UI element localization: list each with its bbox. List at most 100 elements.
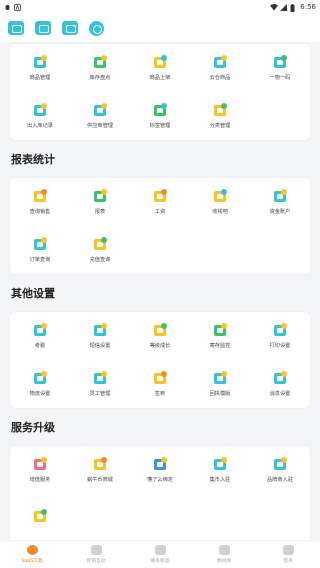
tool-item-label: 库存盘点: [89, 75, 111, 81]
supplier-icon: [93, 103, 107, 117]
printer-icon: [273, 323, 287, 337]
nav-item[interactable]: 营销互动: [64, 541, 128, 568]
level-up-icon: [153, 323, 167, 337]
tool-item-label: 出入库记录: [27, 123, 53, 129]
tool-item[interactable]: 寄存监控: [190, 312, 250, 360]
section-title: 服务升级: [11, 421, 55, 434]
my-icon: [282, 545, 294, 555]
tool-item[interactable]: 员工管理: [70, 360, 130, 408]
service-extra-icon: [33, 508, 47, 523]
tool-item-label: 分类管理: [209, 123, 231, 129]
tool-item[interactable]: 供应商管理: [70, 92, 130, 140]
warehouse-icon: [213, 55, 227, 69]
tool-item[interactable]: 品牌商入驻: [250, 446, 310, 494]
sms-icon: [93, 323, 107, 337]
tool-item-label: 工资: [154, 209, 166, 215]
tool-item[interactable]: 打印设置: [250, 312, 310, 360]
storage-monitor-icon: [213, 323, 227, 337]
materials-icon: [218, 545, 230, 555]
tool-item-label: 一物一码: [269, 75, 291, 81]
tool-item[interactable]: 一物一码: [250, 44, 310, 92]
tool-item-label: 打印设置: [269, 343, 291, 349]
tool-item-label: 云仓商品: [209, 75, 231, 81]
bottom-nav: SaaS工具 营销互动 蜂鸟新品 素材库 我点: [0, 540, 320, 568]
nav-item-label: 我点: [283, 559, 293, 564]
scan-icon[interactable]: [8, 21, 24, 35]
tool-item[interactable]: 蜗牛币商城: [70, 446, 130, 494]
tool-item[interactable]: 充值查询: [70, 226, 130, 274]
tool-item[interactable]: 查询销售: [10, 178, 70, 226]
tool-item-label: 回执模版: [209, 391, 231, 397]
tool-item[interactable]: 收钱吧: [190, 178, 250, 226]
tool-item[interactable]: 签到: [130, 360, 190, 408]
nav-item-label: 蜂鸟新品: [150, 559, 170, 564]
tool-item-label: 报表: [94, 209, 106, 215]
robot-icon[interactable]: [62, 21, 78, 35]
tool-item[interactable]: 商品上架: [130, 44, 190, 92]
wallet-icon: [213, 189, 227, 203]
tool-item[interactable]: 考勤: [10, 312, 70, 360]
coin-mall-icon: [93, 457, 107, 471]
new-products-icon: [154, 545, 166, 555]
cart-icon: [153, 55, 167, 69]
check-in-icon: [153, 371, 167, 385]
section-card: 考勤 短信设置 等级成长 寄存监控 打印设置物流设置 员工管理 签到 回执模版 消息设置: [10, 312, 310, 408]
nav-item[interactable]: SaaS工具: [0, 541, 64, 568]
tool-item-label: 蜗牛币商城: [87, 477, 113, 483]
tool-item[interactable]: [10, 494, 70, 540]
staff-icon: [93, 371, 107, 385]
tool-item[interactable]: 报表: [70, 178, 130, 226]
tool-item[interactable]: 回执模版: [190, 360, 250, 408]
section-card: 增值服务 蜗牛币商城 懂了么绑定 集市入驻 品牌商入驻: [10, 446, 310, 540]
message-settings-icon: [273, 371, 287, 385]
inventory-icon: [93, 55, 107, 69]
tool-item-label: 考勤: [34, 343, 46, 349]
main-scroll-area[interactable]: 商品管理 库存盘点 商品上架 云仓商品 一物一码出入库记录 供应商管理 标签管理 分类管理 报…: [0, 42, 320, 540]
nav-item-label: SaaS工具: [21, 559, 43, 564]
tag-icon: [153, 103, 167, 117]
truck-icon: [33, 371, 47, 385]
nav-item[interactable]: 素材库: [192, 541, 256, 568]
wifi-icon: [270, 3, 279, 11]
section-title: 其他设置: [11, 287, 55, 300]
attendance-icon: [33, 323, 47, 337]
tool-item[interactable]: 资金账户: [250, 178, 310, 226]
tool-item[interactable]: 等级成长: [130, 312, 190, 360]
nav-item[interactable]: 蜂鸟新品: [128, 541, 192, 568]
tool-item[interactable]: 云仓商品: [190, 44, 250, 92]
saas-tools-icon: [26, 545, 38, 555]
tool-item[interactable]: 集市入驻: [190, 446, 250, 494]
tool-item[interactable]: 库存盘点: [70, 44, 130, 92]
tool-item-label: 签到: [154, 391, 166, 397]
value-added-icon: [33, 457, 47, 471]
top-tools-card: 商品管理 库存盘点 商品上架 云仓商品 一物一码出入库记录 供应商管理 标签管理 分类管理: [10, 44, 310, 140]
settings-box-icon[interactable]: [35, 21, 51, 35]
tool-item[interactable]: 短信设置: [70, 312, 130, 360]
user-profile-icon[interactable]: [89, 20, 104, 36]
tool-item-label: 标签管理: [149, 123, 171, 129]
nav-item-label: 素材库: [216, 559, 232, 564]
tool-item-label: 收钱吧: [212, 209, 228, 215]
clock-time: 6:56: [300, 3, 316, 11]
tool-item[interactable]: 分类管理: [190, 92, 250, 140]
tool-item-label: 物流设置: [29, 391, 51, 397]
battery-icon: [290, 3, 297, 12]
tool-item-label: 寄存监控: [209, 343, 231, 349]
tool-item-label: 订单查询: [29, 257, 51, 263]
tool-item[interactable]: 工资: [130, 178, 190, 226]
tool-item[interactable]: 商品管理: [10, 44, 70, 92]
status-bar: 6:56: [0, 0, 320, 14]
binding-icon: [153, 457, 167, 471]
tool-item[interactable]: 订单查询: [10, 226, 70, 274]
tool-item[interactable]: 消息设置: [250, 360, 310, 408]
top-toolbar: [0, 14, 320, 42]
tool-item[interactable]: 出入库记录: [10, 92, 70, 140]
tool-item[interactable]: 物流设置: [10, 360, 70, 408]
tool-item[interactable]: 增值服务: [10, 446, 70, 494]
nav-item[interactable]: 我点: [256, 541, 320, 568]
tool-item-label: 消息设置: [269, 391, 291, 397]
tool-item[interactable]: 懂了么绑定: [130, 446, 190, 494]
market-join-icon: [213, 457, 227, 471]
tool-item[interactable]: 标签管理: [130, 92, 190, 140]
marketing-icon: [90, 545, 102, 555]
